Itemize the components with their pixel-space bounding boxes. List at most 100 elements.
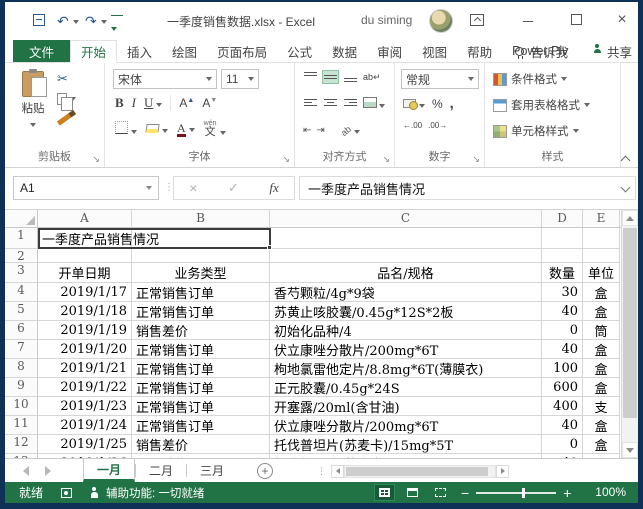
row-header-1[interactable]: 1 (5, 228, 38, 249)
maximize-button[interactable] (561, 10, 591, 32)
alignment-dialog-launcher-icon[interactable]: ↘ (382, 155, 390, 163)
name-box[interactable]: A1 (13, 176, 159, 200)
merge-center-button[interactable] (363, 97, 385, 111)
undo-icon[interactable]: ↶ (57, 13, 69, 30)
decrease-indent-icon[interactable]: ⇤ (303, 125, 311, 136)
cell-D2[interactable] (542, 249, 583, 263)
share-button[interactable]: 共享 (607, 42, 632, 61)
format-as-table-button[interactable]: 套用表格格式 (493, 97, 590, 113)
tell-me[interactable]: 告诉我 (530, 42, 568, 61)
cell-A9[interactable]: 2019/1/22 (38, 378, 132, 397)
page-layout-view-button[interactable] (403, 485, 422, 500)
vertical-scroll-thumb[interactable] (623, 228, 637, 418)
comma-style-button[interactable]: , (450, 95, 454, 112)
cell-C10[interactable]: 开塞露/20ml(含甘油) (270, 397, 542, 416)
align-right-button[interactable] (343, 98, 358, 110)
ribbon-tab-page-layout[interactable]: 页面布局 (207, 40, 277, 62)
column-header-A[interactable]: A (38, 210, 132, 227)
row-header-7[interactable]: 7 (5, 340, 38, 359)
minimize-button[interactable] (513, 10, 543, 32)
cell-B10[interactable]: 正常销售订单 (132, 397, 270, 416)
font-color-button[interactable]: A (177, 121, 195, 137)
column-header-D[interactable]: D (542, 210, 583, 227)
cell-A6[interactable]: 2019/1/19 (38, 321, 132, 340)
top-align-button[interactable] (303, 71, 318, 83)
ribbon-tab-file[interactable]: 文件 (13, 40, 70, 62)
horizontal-scrollbar[interactable] (331, 464, 509, 478)
ribbon-tab-review[interactable]: 审阅 (367, 40, 412, 62)
normal-view-button[interactable] (375, 485, 394, 500)
cell-D4[interactable]: 30 (542, 283, 583, 302)
enter-entry-icon[interactable]: ✓ (228, 180, 239, 196)
phonetic-button[interactable]: wén文 (204, 119, 226, 138)
cell-E12[interactable]: 盒 (583, 435, 620, 454)
ribbon-tab-draw[interactable]: 绘图 (162, 40, 207, 62)
undo-dropdown-icon[interactable] (73, 20, 79, 24)
ribbon-tab-help[interactable]: 帮助 (457, 40, 502, 62)
sheet-tab-3[interactable]: 三月 (187, 459, 237, 482)
fill-handle[interactable] (267, 245, 272, 250)
zoom-out-button[interactable]: − (461, 484, 469, 502)
cell-A11[interactable]: 2019/1/24 (38, 416, 132, 435)
cell-D5[interactable]: 40 (542, 302, 583, 321)
row-header-3[interactable]: 3 (5, 263, 38, 283)
redo-dropdown-icon[interactable] (101, 20, 107, 24)
cell-E8[interactable]: 盒 (583, 359, 620, 378)
bottom-align-button[interactable] (343, 71, 358, 83)
close-button[interactable]: × (607, 10, 637, 32)
redo-icon[interactable]: ↷ (85, 13, 97, 30)
tab-strip-splitter[interactable]: ⋮ (317, 466, 327, 477)
bold-button[interactable]: B (115, 95, 124, 111)
cell-E6[interactable]: 筒 (583, 321, 620, 340)
orientation-button[interactable]: ab (341, 123, 360, 137)
column-header-B[interactable]: B (132, 210, 270, 227)
zoom-slider[interactable] (476, 492, 556, 494)
cell-D7[interactable]: 40 (542, 340, 583, 359)
cell-A2[interactable] (38, 249, 132, 263)
cell-C2[interactable] (270, 249, 542, 263)
cell-D9[interactable]: 600 (542, 378, 583, 397)
new-sheet-button[interactable]: + (257, 463, 273, 479)
fill-color-button[interactable] (146, 122, 168, 136)
borders-button[interactable] (115, 121, 137, 137)
macro-record-icon[interactable] (61, 488, 72, 498)
zoom-in-button[interactable]: + (563, 484, 571, 502)
cell-B2[interactable] (132, 249, 270, 263)
percent-style-button[interactable]: % (432, 97, 443, 111)
cell-A12[interactable]: 2019/1/25 (38, 435, 132, 454)
column-header-E[interactable]: E (583, 210, 620, 227)
copy-button[interactable] (57, 93, 76, 105)
ribbon-tab-formulas[interactable]: 公式 (277, 40, 322, 62)
cell-C4[interactable]: 香芍颗粒/4g*9袋 (270, 283, 542, 302)
ribbon-tab-data[interactable]: 数据 (322, 40, 367, 62)
horizontal-scroll-thumb[interactable] (346, 467, 488, 476)
cell-D8[interactable]: 100 (542, 359, 583, 378)
row-header-8[interactable]: 8 (5, 359, 38, 378)
user-name[interactable]: du siming (361, 13, 412, 27)
conditional-formatting-button[interactable]: 条件格式 (493, 71, 567, 87)
underline-button[interactable]: U (144, 95, 162, 111)
scroll-down-button[interactable] (622, 442, 638, 458)
ribbon-tab-home[interactable]: 开始 (70, 40, 117, 63)
sheet-tab-2[interactable]: 二月 (136, 459, 186, 482)
font-size-select[interactable]: 11 (221, 69, 259, 89)
cell-C7[interactable]: 伏立康唑分散片/200mg*6T (270, 340, 542, 359)
cell-E10[interactable]: 支 (583, 397, 620, 416)
cell-D6[interactable]: 0 (542, 321, 583, 340)
sheet-nav-left-icon[interactable] (23, 466, 29, 476)
ribbon-tab-insert[interactable]: 插入 (117, 40, 162, 62)
row-header-11[interactable]: 11 (5, 416, 38, 435)
page-break-view-button[interactable] (431, 485, 450, 500)
cell-E9[interactable]: 盒 (583, 378, 620, 397)
row-header-9[interactable]: 9 (5, 378, 38, 397)
row-header-12[interactable]: 12 (5, 435, 38, 454)
cancel-entry-icon[interactable]: × (189, 180, 197, 196)
cell-styles-button[interactable]: 单元格样式 (493, 123, 579, 139)
cell-C8[interactable]: 枸地氯雷他定片/8.8mg*6T(薄膜衣) (270, 359, 542, 378)
increase-indent-icon[interactable]: ⇥ (316, 125, 324, 136)
row-header-10[interactable]: 10 (5, 397, 38, 416)
align-left-button[interactable] (303, 98, 318, 110)
cell-B11[interactable]: 正常销售订单 (132, 416, 270, 435)
cell-D10[interactable]: 400 (542, 397, 583, 416)
select-all-corner[interactable] (5, 210, 38, 227)
